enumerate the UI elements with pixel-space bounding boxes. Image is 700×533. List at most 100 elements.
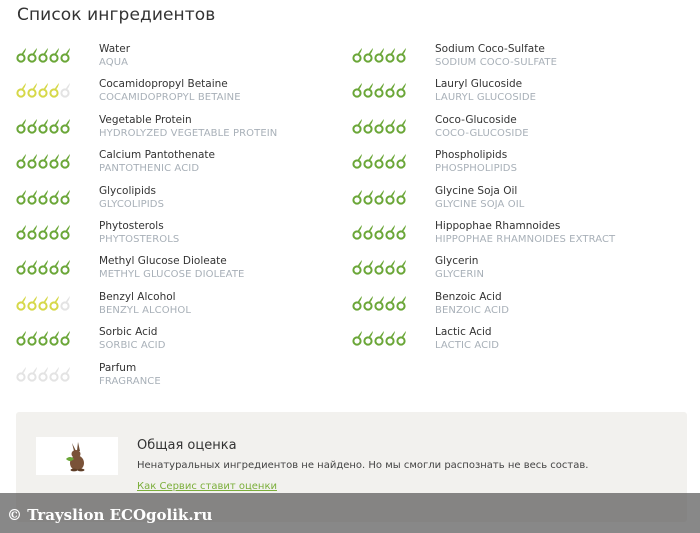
ingredient-item[interactable]: Water AQUA bbox=[16, 42, 346, 77]
ingredient-item[interactable]: Lauryl Glucoside LAURYL GLUCOSIDE bbox=[352, 77, 682, 112]
ingredient-rating bbox=[16, 259, 70, 275]
summary-title: Общая оценка bbox=[137, 438, 237, 453]
rating-drop-icon bbox=[49, 118, 59, 134]
ingredient-item[interactable]: Methyl Glucose Dioleate METHYL GLUCOSE DI… bbox=[16, 254, 346, 289]
ingredient-item[interactable]: Vegetable Protein HYDROLYZED VEGETABLE PR… bbox=[16, 113, 346, 148]
rating-method-link[interactable]: Как Сервис ставит оценки bbox=[137, 481, 277, 492]
rating-drop-icon bbox=[38, 366, 48, 382]
rating-drop-icon bbox=[49, 48, 59, 63]
rating-drop-icon bbox=[27, 295, 37, 311]
ingredient-names: Phospholipids PHOSPHOLIPIDS bbox=[435, 149, 517, 175]
ingredient-name: Methyl Glucose Dioleate bbox=[99, 255, 227, 268]
rating-drop-icon bbox=[363, 295, 373, 311]
ingredient-names: Calcium Pantothenate PANTOTHENIC ACID bbox=[99, 149, 215, 175]
rating-drop-icon bbox=[16, 189, 26, 205]
rating-drop-icon bbox=[49, 154, 59, 169]
ingredient-item[interactable]: Hippophae Rhamnoides HIPPOPHAE RHAMNOIDES… bbox=[352, 219, 682, 254]
rating-drop-icon bbox=[374, 224, 384, 240]
rating-drop-icon bbox=[385, 260, 395, 275]
rating-drop-icon bbox=[38, 295, 48, 311]
rating-drop-icon bbox=[352, 83, 362, 98]
rating-drop-icon bbox=[38, 189, 48, 205]
rating-drop-icon bbox=[385, 48, 395, 63]
ingredient-item[interactable]: Coco-Glucoside COCO-GLUCOSIDE bbox=[352, 113, 682, 148]
ingredient-names: Vegetable Protein HYDROLYZED VEGETABLE PR… bbox=[99, 114, 277, 140]
ingredient-name: Benzyl Alcohol bbox=[99, 290, 176, 303]
ingredient-names: Water AQUA bbox=[99, 43, 130, 69]
rating-drop-icon bbox=[374, 331, 384, 346]
rating-drop-icon bbox=[16, 118, 26, 134]
ingredient-name: Glycerin bbox=[435, 255, 479, 268]
rating-drop-icon bbox=[27, 366, 37, 382]
rating-drop-icon bbox=[38, 48, 48, 63]
ingredient-inci: PHOSPHOLIPIDS bbox=[435, 163, 518, 175]
ingredient-name: Hippophae Rhamnoides bbox=[435, 219, 561, 232]
rating-drop-icon bbox=[60, 260, 70, 275]
rating-drop-icon bbox=[60, 224, 70, 240]
rating-drop-icon bbox=[60, 295, 70, 311]
rating-drop-icon bbox=[385, 118, 395, 134]
rating-drop-icon bbox=[60, 366, 70, 382]
ingredient-item[interactable]: Phospholipids PHOSPHOLIPIDS bbox=[352, 148, 682, 183]
rating-drop-icon bbox=[385, 189, 395, 205]
rating-drop-icon bbox=[16, 224, 26, 240]
ingredient-item[interactable]: Cocamidopropyl Betaine COCAMIDOPROPYL BET… bbox=[16, 77, 346, 112]
ingredient-item[interactable]: Phytosterols PHYTOSTEROLS bbox=[16, 219, 346, 254]
rating-drop-icon bbox=[27, 83, 37, 98]
rating-drop-icon bbox=[363, 118, 373, 134]
ingredient-inci: PHYTOSTEROLS bbox=[99, 233, 180, 245]
ingredient-names: Lactic Acid LACTIC ACID bbox=[435, 326, 499, 352]
rating-drop-icon bbox=[16, 154, 26, 169]
rating-drop-icon bbox=[385, 83, 395, 98]
rating-drop-icon bbox=[49, 331, 59, 346]
ingredient-item[interactable]: Sodium Coco-Sulfate SODIUM COCO-SULFATE bbox=[352, 42, 682, 77]
ingredient-name: Water bbox=[99, 43, 131, 55]
rating-drop-icon bbox=[49, 260, 59, 275]
ingredient-item[interactable]: Lactic Acid LACTIC ACID bbox=[352, 325, 682, 360]
ingredient-item[interactable]: Glycine Soja Oil GLYCINE SOJA OIL bbox=[352, 184, 682, 219]
rating-drop-icon bbox=[352, 224, 362, 240]
rating-drop-icon bbox=[363, 260, 373, 275]
ingredient-inci: COCAMIDOPROPYL BETAINE bbox=[99, 92, 241, 104]
rating-drop-icon bbox=[27, 260, 37, 275]
ingredient-item[interactable]: Glycerin GLYCERIN bbox=[352, 254, 682, 289]
rating-drop-icon bbox=[49, 295, 59, 311]
ingredient-item[interactable]: Parfum FRAGRANCE bbox=[16, 361, 346, 396]
rating-drop-icon bbox=[396, 295, 406, 311]
rating-drop-icon bbox=[352, 189, 362, 205]
rating-drop-icon bbox=[16, 366, 26, 382]
ingredient-rating bbox=[16, 330, 70, 346]
rating-drop-icon bbox=[49, 366, 59, 382]
rating-drop-icon bbox=[363, 189, 373, 205]
ingredient-item[interactable]: Calcium Pantothenate PANTOTHENIC ACID bbox=[16, 148, 346, 183]
ingredient-inci: AQUA bbox=[99, 57, 129, 68]
ingredient-item[interactable]: Sorbic Acid SORBIC ACID bbox=[16, 325, 346, 360]
rating-drop-icon bbox=[363, 331, 373, 346]
rating-drop-icon bbox=[396, 48, 406, 63]
rating-drop-icon bbox=[352, 260, 362, 275]
rating-drop-icon bbox=[27, 331, 37, 346]
rating-drop-icon bbox=[60, 118, 70, 134]
ingredient-names: Benzyl Alcohol BENZYL ALCOHOL bbox=[99, 291, 191, 317]
ingredient-item[interactable]: Glycolipids GLYCOLIPIDS bbox=[16, 184, 346, 219]
ingredient-name: Glycine Soja Oil bbox=[435, 184, 518, 197]
ingredient-rating bbox=[16, 118, 70, 134]
ingredient-item[interactable]: Benzoic Acid BENZOIC ACID bbox=[352, 290, 682, 325]
ingredient-rating bbox=[16, 153, 70, 169]
ingredient-item[interactable]: Benzyl Alcohol BENZYL ALCOHOL bbox=[16, 290, 346, 325]
ingredient-name: Coco-Glucoside bbox=[435, 113, 517, 126]
rating-drop-icon bbox=[27, 48, 37, 63]
ingredient-names: Sorbic Acid SORBIC ACID bbox=[99, 326, 166, 352]
rating-drop-icon bbox=[352, 331, 362, 346]
ingredient-names: Glycolipids GLYCOLIPIDS bbox=[99, 185, 164, 211]
ingredient-rating bbox=[352, 82, 406, 98]
ingredient-name: Parfum bbox=[99, 361, 137, 374]
rating-drop-icon bbox=[27, 189, 37, 205]
ingredient-name: Benzoic Acid bbox=[435, 290, 502, 303]
rating-drop-icon bbox=[374, 154, 384, 169]
ingredient-names: Lauryl Glucoside LAURYL GLUCOSIDE bbox=[435, 78, 536, 104]
ingredients-column-left: Water AQUA Cocamidopropyl Betaine COCAMIDOP… bbox=[16, 42, 346, 396]
rabbit-icon bbox=[36, 437, 118, 475]
summary-text: Ненатуральных ингредиентов не найдено. Н… bbox=[137, 460, 589, 471]
rating-drop-icon bbox=[27, 224, 37, 240]
